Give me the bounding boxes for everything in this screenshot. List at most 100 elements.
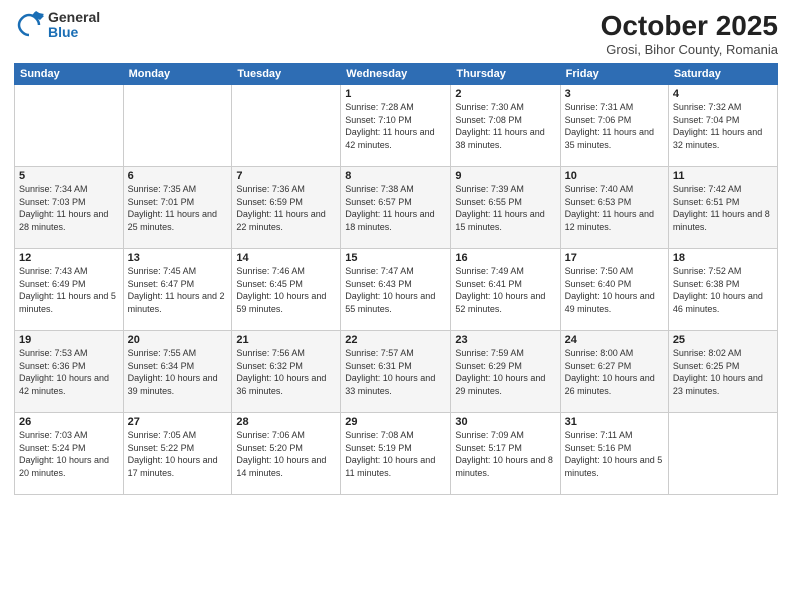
cell-w2-d2: 14Sunrise: 7:46 AM Sunset: 6:45 PM Dayli… <box>232 249 341 331</box>
cell-w3-d2: 21Sunrise: 7:56 AM Sunset: 6:32 PM Dayli… <box>232 331 341 413</box>
cell-w2-d5: 17Sunrise: 7:50 AM Sunset: 6:40 PM Dayli… <box>560 249 668 331</box>
logo-blue: Blue <box>48 25 100 40</box>
day-number: 24 <box>565 334 664 346</box>
day-info: Sunrise: 7:53 AM Sunset: 6:36 PM Dayligh… <box>19 347 119 397</box>
day-number: 9 <box>455 170 555 182</box>
cell-w0-d4: 2Sunrise: 7:30 AM Sunset: 7:08 PM Daylig… <box>451 85 560 167</box>
cell-w0-d5: 3Sunrise: 7:31 AM Sunset: 7:06 PM Daylig… <box>560 85 668 167</box>
day-info: Sunrise: 7:45 AM Sunset: 6:47 PM Dayligh… <box>128 265 228 315</box>
day-number: 13 <box>128 252 228 264</box>
day-info: Sunrise: 8:02 AM Sunset: 6:25 PM Dayligh… <box>673 347 773 397</box>
day-number: 10 <box>565 170 664 182</box>
day-info: Sunrise: 7:50 AM Sunset: 6:40 PM Dayligh… <box>565 265 664 315</box>
day-number: 27 <box>128 416 228 428</box>
day-info: Sunrise: 7:56 AM Sunset: 6:32 PM Dayligh… <box>236 347 336 397</box>
week-row-3: 19Sunrise: 7:53 AM Sunset: 6:36 PM Dayli… <box>15 331 778 413</box>
logo-icon <box>14 10 44 40</box>
day-number: 12 <box>19 252 119 264</box>
cell-w3-d0: 19Sunrise: 7:53 AM Sunset: 6:36 PM Dayli… <box>15 331 124 413</box>
day-info: Sunrise: 7:47 AM Sunset: 6:43 PM Dayligh… <box>345 265 446 315</box>
day-number: 21 <box>236 334 336 346</box>
day-info: Sunrise: 7:06 AM Sunset: 5:20 PM Dayligh… <box>236 429 336 479</box>
day-info: Sunrise: 7:40 AM Sunset: 6:53 PM Dayligh… <box>565 183 664 233</box>
cell-w3-d6: 25Sunrise: 8:02 AM Sunset: 6:25 PM Dayli… <box>668 331 777 413</box>
cell-w0-d1 <box>123 85 232 167</box>
day-number: 7 <box>236 170 336 182</box>
cell-w1-d2: 7Sunrise: 7:36 AM Sunset: 6:59 PM Daylig… <box>232 167 341 249</box>
cell-w0-d2 <box>232 85 341 167</box>
cell-w3-d3: 22Sunrise: 7:57 AM Sunset: 6:31 PM Dayli… <box>341 331 451 413</box>
day-number: 5 <box>19 170 119 182</box>
day-number: 15 <box>345 252 446 264</box>
cell-w3-d1: 20Sunrise: 7:55 AM Sunset: 6:34 PM Dayli… <box>123 331 232 413</box>
cell-w4-d1: 27Sunrise: 7:05 AM Sunset: 5:22 PM Dayli… <box>123 413 232 495</box>
day-number: 11 <box>673 170 773 182</box>
logo-general: General <box>48 10 100 25</box>
cell-w0-d0 <box>15 85 124 167</box>
week-row-2: 12Sunrise: 7:43 AM Sunset: 6:49 PM Dayli… <box>15 249 778 331</box>
day-info: Sunrise: 7:08 AM Sunset: 5:19 PM Dayligh… <box>345 429 446 479</box>
col-wednesday: Wednesday <box>341 64 451 85</box>
cell-w4-d2: 28Sunrise: 7:06 AM Sunset: 5:20 PM Dayli… <box>232 413 341 495</box>
cell-w4-d0: 26Sunrise: 7:03 AM Sunset: 5:24 PM Dayli… <box>15 413 124 495</box>
day-number: 25 <box>673 334 773 346</box>
day-number: 1 <box>345 88 446 100</box>
day-number: 6 <box>128 170 228 182</box>
col-sunday: Sunday <box>15 64 124 85</box>
cell-w1-d5: 10Sunrise: 7:40 AM Sunset: 6:53 PM Dayli… <box>560 167 668 249</box>
cell-w1-d4: 9Sunrise: 7:39 AM Sunset: 6:55 PM Daylig… <box>451 167 560 249</box>
col-tuesday: Tuesday <box>232 64 341 85</box>
day-info: Sunrise: 7:42 AM Sunset: 6:51 PM Dayligh… <box>673 183 773 233</box>
day-number: 31 <box>565 416 664 428</box>
cell-w4-d3: 29Sunrise: 7:08 AM Sunset: 5:19 PM Dayli… <box>341 413 451 495</box>
day-info: Sunrise: 7:31 AM Sunset: 7:06 PM Dayligh… <box>565 101 664 151</box>
cell-w1-d6: 11Sunrise: 7:42 AM Sunset: 6:51 PM Dayli… <box>668 167 777 249</box>
month-title: October 2025 <box>601 10 778 42</box>
day-info: Sunrise: 7:05 AM Sunset: 5:22 PM Dayligh… <box>128 429 228 479</box>
day-info: Sunrise: 7:39 AM Sunset: 6:55 PM Dayligh… <box>455 183 555 233</box>
day-number: 16 <box>455 252 555 264</box>
day-info: Sunrise: 7:35 AM Sunset: 7:01 PM Dayligh… <box>128 183 228 233</box>
logo-text: General Blue <box>48 10 100 41</box>
cell-w0-d6: 4Sunrise: 7:32 AM Sunset: 7:04 PM Daylig… <box>668 85 777 167</box>
cell-w2-d1: 13Sunrise: 7:45 AM Sunset: 6:47 PM Dayli… <box>123 249 232 331</box>
day-info: Sunrise: 7:30 AM Sunset: 7:08 PM Dayligh… <box>455 101 555 151</box>
cell-w3-d5: 24Sunrise: 8:00 AM Sunset: 6:27 PM Dayli… <box>560 331 668 413</box>
col-saturday: Saturday <box>668 64 777 85</box>
week-row-1: 5Sunrise: 7:34 AM Sunset: 7:03 PM Daylig… <box>15 167 778 249</box>
day-info: Sunrise: 7:32 AM Sunset: 7:04 PM Dayligh… <box>673 101 773 151</box>
day-number: 20 <box>128 334 228 346</box>
col-friday: Friday <box>560 64 668 85</box>
day-number: 26 <box>19 416 119 428</box>
day-number: 28 <box>236 416 336 428</box>
day-info: Sunrise: 7:55 AM Sunset: 6:34 PM Dayligh… <box>128 347 228 397</box>
cell-w0-d3: 1Sunrise: 7:28 AM Sunset: 7:10 PM Daylig… <box>341 85 451 167</box>
cell-w2-d6: 18Sunrise: 7:52 AM Sunset: 6:38 PM Dayli… <box>668 249 777 331</box>
day-info: Sunrise: 7:46 AM Sunset: 6:45 PM Dayligh… <box>236 265 336 315</box>
cell-w4-d5: 31Sunrise: 7:11 AM Sunset: 5:16 PM Dayli… <box>560 413 668 495</box>
cell-w4-d4: 30Sunrise: 7:09 AM Sunset: 5:17 PM Dayli… <box>451 413 560 495</box>
cell-w2-d3: 15Sunrise: 7:47 AM Sunset: 6:43 PM Dayli… <box>341 249 451 331</box>
day-info: Sunrise: 7:09 AM Sunset: 5:17 PM Dayligh… <box>455 429 555 479</box>
calendar-body: 1Sunrise: 7:28 AM Sunset: 7:10 PM Daylig… <box>15 85 778 495</box>
day-info: Sunrise: 7:49 AM Sunset: 6:41 PM Dayligh… <box>455 265 555 315</box>
location-subtitle: Grosi, Bihor County, Romania <box>601 42 778 57</box>
weekday-row: Sunday Monday Tuesday Wednesday Thursday… <box>15 64 778 85</box>
day-number: 23 <box>455 334 555 346</box>
day-info: Sunrise: 8:00 AM Sunset: 6:27 PM Dayligh… <box>565 347 664 397</box>
day-info: Sunrise: 7:43 AM Sunset: 6:49 PM Dayligh… <box>19 265 119 315</box>
day-number: 4 <box>673 88 773 100</box>
day-info: Sunrise: 7:57 AM Sunset: 6:31 PM Dayligh… <box>345 347 446 397</box>
day-number: 2 <box>455 88 555 100</box>
day-number: 18 <box>673 252 773 264</box>
logo: General Blue <box>14 10 100 41</box>
day-number: 17 <box>565 252 664 264</box>
day-number: 29 <box>345 416 446 428</box>
day-info: Sunrise: 7:03 AM Sunset: 5:24 PM Dayligh… <box>19 429 119 479</box>
day-info: Sunrise: 7:11 AM Sunset: 5:16 PM Dayligh… <box>565 429 664 479</box>
day-info: Sunrise: 7:38 AM Sunset: 6:57 PM Dayligh… <box>345 183 446 233</box>
day-info: Sunrise: 7:36 AM Sunset: 6:59 PM Dayligh… <box>236 183 336 233</box>
day-number: 8 <box>345 170 446 182</box>
col-thursday: Thursday <box>451 64 560 85</box>
day-number: 30 <box>455 416 555 428</box>
